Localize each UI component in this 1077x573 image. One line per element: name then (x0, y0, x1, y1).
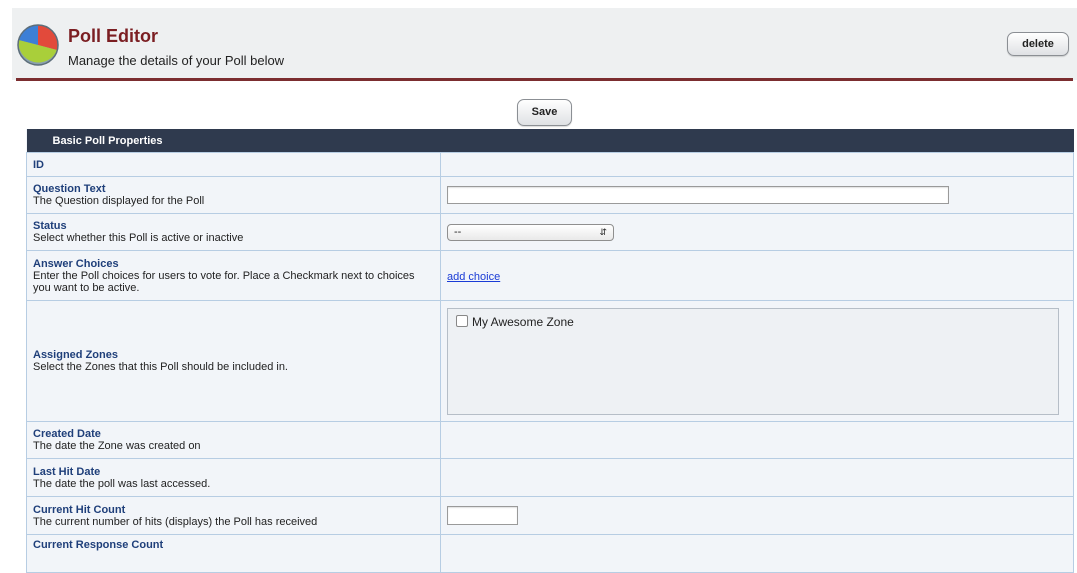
row-status: Status Select whether this Poll is activ… (26, 213, 1075, 251)
row-hit-count: Current Hit Count The current number of … (26, 496, 1075, 535)
poll-editor-page: Poll Editor Manage the details of your P… (0, 0, 1077, 573)
last-hit-label: Last Hit Date (33, 465, 101, 478)
response-count-value (439, 534, 1075, 573)
hit-count-desc: The current number of hits (displays) th… (33, 515, 318, 528)
row-id: ID (26, 152, 1075, 177)
last-hit-value (439, 458, 1075, 497)
zones-list: My Awesome Zone (447, 307, 1059, 415)
save-button[interactable]: Save (517, 99, 572, 126)
last-hit-desc: The date the poll was last accessed. (33, 477, 211, 490)
poll-properties-table: Basic Poll Properties ID Question Text T… (26, 129, 1075, 573)
answers-label: Answer Choices (33, 257, 119, 270)
header-divider (16, 78, 1073, 81)
status-desc: Select whether this Poll is active or in… (33, 232, 244, 244)
question-label: Question Text (33, 183, 106, 195)
created-desc: The date the Zone was created on (33, 440, 201, 452)
page-subtitle: Manage the details of your Poll below (68, 53, 285, 68)
question-text-input[interactable] (447, 186, 949, 204)
delete-button[interactable]: delete (1007, 32, 1069, 56)
row-answers: Answer Choices Enter the Poll choices fo… (26, 250, 1075, 301)
section-header: Basic Poll Properties (26, 129, 1074, 153)
row-response-count: Current Response Count (26, 534, 1075, 573)
zone-checkbox[interactable] (456, 314, 468, 327)
select-arrows-icon: ⇵ (599, 226, 607, 237)
hit-count-input[interactable] (447, 506, 518, 525)
zones-label: Assigned Zones (33, 349, 118, 361)
created-value (439, 421, 1075, 459)
add-choice-link[interactable]: add choice (447, 271, 500, 283)
status-label: Status (33, 220, 67, 232)
created-label: Created Date (33, 428, 101, 440)
status-selected-value: -- (454, 225, 462, 238)
id-value (439, 152, 1075, 177)
id-label: ID (33, 158, 44, 171)
zone-label: My Awesome Zone (472, 314, 574, 329)
hit-count-label: Current Hit Count (33, 503, 126, 516)
pie-chart-icon (17, 24, 59, 66)
row-question: Question Text The Question displayed for… (26, 176, 1075, 214)
question-desc: The Question displayed for the Poll (33, 195, 205, 207)
row-created: Created Date The date the Zone was creat… (26, 421, 1075, 459)
answers-desc: Enter the Poll choices for users to vote… (33, 269, 415, 294)
page-header (12, 8, 1077, 80)
zones-desc: Select the Zones that this Poll should b… (33, 361, 288, 373)
page-title: Poll Editor (68, 26, 158, 46)
row-zones: Assigned Zones Select the Zones that thi… (26, 300, 1075, 422)
response-count-label: Current Response Count (33, 539, 164, 551)
status-select[interactable]: -- ⇵ (447, 223, 614, 241)
row-last-hit: Last Hit Date The date the poll was last… (26, 458, 1075, 497)
